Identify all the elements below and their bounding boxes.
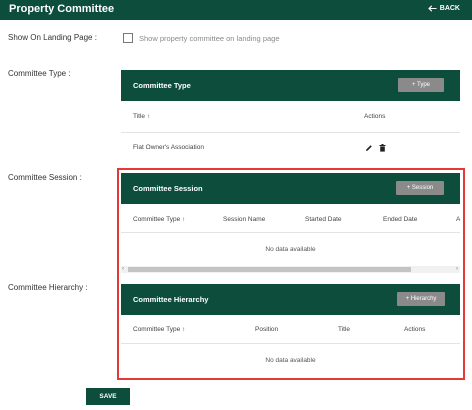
highlight-box (117, 168, 465, 380)
show-on-landing-label: Show On Landing Page : (8, 33, 97, 42)
committee-type-title-cell: Flat Owner's Association (133, 144, 204, 151)
committee-session-label: Committee Session : (8, 173, 82, 182)
add-type-button[interactable]: + Type (398, 78, 444, 92)
landing-checkbox-label[interactable]: Show property committee on landing page (139, 34, 280, 43)
app-header: Property Committee BACK (0, 0, 472, 20)
committee-hierarchy-label: Committee Hierarchy : (8, 283, 88, 292)
back-button[interactable]: BACK (427, 5, 460, 12)
page-title: Property Committee (9, 3, 115, 15)
column-header-title-label: Title (133, 113, 146, 120)
save-button[interactable]: SAVE (86, 388, 130, 405)
committee-type-label: Committee Type : (8, 69, 71, 78)
column-header-actions: Actions (364, 113, 386, 120)
committee-type-card: Committee Type + Type Title ↑ Actions Fl… (121, 70, 460, 164)
delete-icon[interactable] (379, 144, 386, 152)
committee-type-card-header: Committee Type + Type (121, 70, 460, 101)
column-header-title[interactable]: Title ↑ (133, 113, 150, 120)
sort-up-icon: ↑ (146, 113, 151, 120)
table-divider (121, 132, 460, 133)
arrow-left-icon (427, 5, 437, 12)
back-label: BACK (439, 5, 460, 12)
edit-icon[interactable] (365, 144, 373, 152)
landing-checkbox[interactable] (123, 33, 133, 43)
committee-type-card-title: Committee Type (133, 81, 191, 90)
